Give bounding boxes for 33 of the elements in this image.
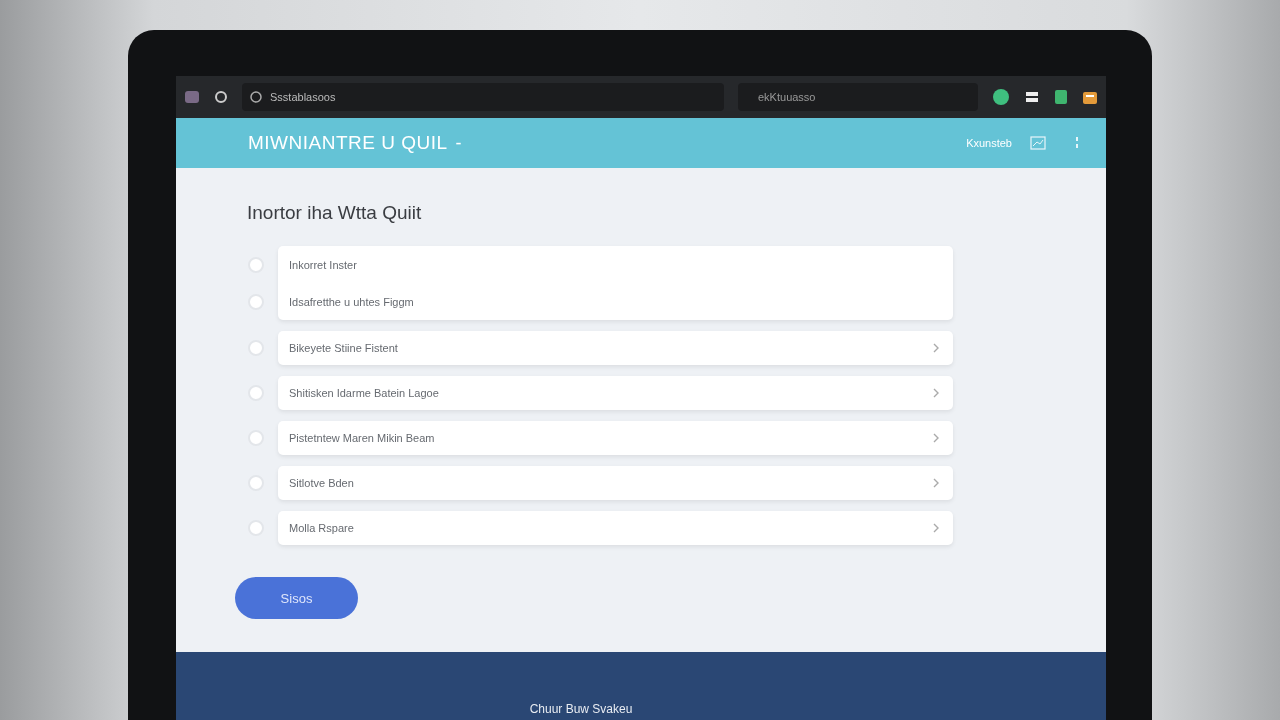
submit-button[interactable]: Sisos <box>235 577 358 619</box>
chart-icon[interactable] <box>1030 136 1046 150</box>
footer-text: Chuur Buw Svakeu <box>529 702 633 716</box>
answer-text: Shitisken Idarme Batein Lagoe <box>288 387 439 399</box>
answer-card[interactable]: Inkorret Inster Idsafretthe u uhtes Figgm <box>278 246 953 320</box>
search-field[interactable]: ekKtuuasso <box>738 83 978 111</box>
answer-card[interactable]: Molla Rspare <box>278 511 953 545</box>
radio-button[interactable] <box>248 520 264 536</box>
radio-button[interactable] <box>248 340 264 356</box>
search-text: ekKtuuasso <box>758 91 816 103</box>
radio-button[interactable] <box>248 293 264 310</box>
radio-button[interactable] <box>248 430 264 446</box>
radio-button[interactable] <box>248 256 264 273</box>
answer-card[interactable]: Bikeyete Stiine Fistent <box>278 331 953 365</box>
answer-card[interactable]: Pistetntew Maren Mikin Beam <box>278 421 953 455</box>
radio-button[interactable] <box>248 475 264 491</box>
address-text: Ssstablasoos <box>270 91 336 103</box>
quiz-title: Inortor iha Wtta Quiit <box>247 202 423 224</box>
answer-text: Idsafretthe u uhtes Figgm <box>288 295 414 308</box>
menu-icon[interactable] <box>1074 136 1080 150</box>
answer-text: Sitlotve Bden <box>288 477 354 489</box>
title-dash: - <box>455 132 463 154</box>
address-bar[interactable]: Ssstablasoos <box>242 83 724 111</box>
answer-card[interactable]: Sitlotve Bden <box>278 466 953 500</box>
answer-card[interactable]: Shitisken Idarme Batein Lagoe <box>278 376 953 410</box>
circle-icon <box>250 91 262 103</box>
answer-text: Inkorret Inster <box>288 258 357 271</box>
answer-text: Pistetntew Maren Mikin Beam <box>288 432 435 444</box>
radio-button[interactable] <box>248 385 264 401</box>
answer-text: Bikeyete Stiine Fistent <box>288 342 398 354</box>
answer-text: Molla Rspare <box>288 522 354 534</box>
app-title: MIWNIANTRE U QUIL <box>248 132 448 154</box>
app-icon <box>184 89 200 105</box>
